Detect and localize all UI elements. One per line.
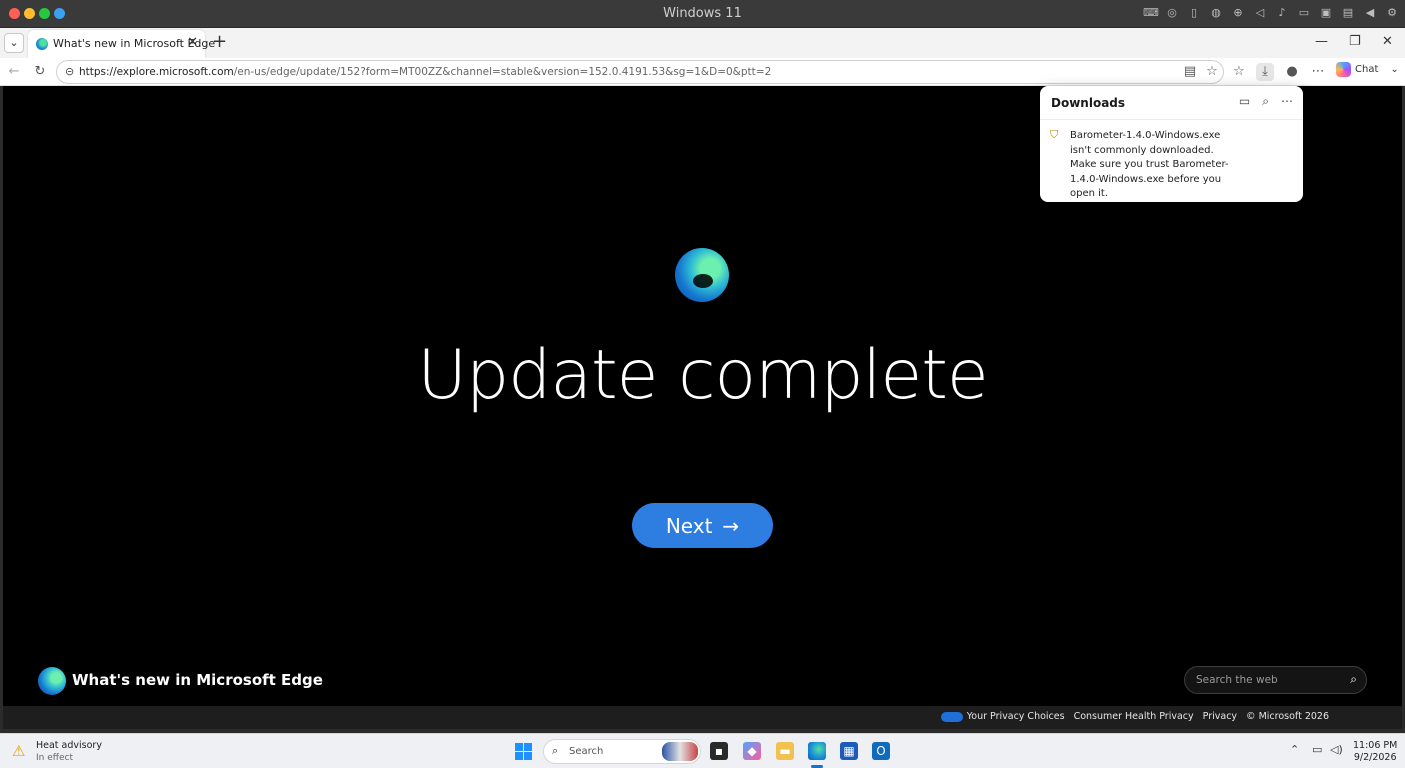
copilot-app-icon[interactable]: ◆ — [743, 742, 761, 760]
profile-avatar-icon[interactable]: ● — [1283, 63, 1301, 81]
restore-icon[interactable]: ❐ — [1349, 34, 1361, 49]
disk-icon[interactable]: ◎ — [1165, 6, 1179, 20]
edge-favicon-icon — [36, 38, 48, 50]
page-headline: Update complete — [417, 336, 989, 415]
globe-icon[interactable]: ⊕ — [1231, 6, 1245, 20]
lock-icon[interactable]: ⊝ — [65, 65, 74, 78]
taskbar: ⚠ Heat advisory In effect ⌕ Search ▪ ◆ ▬… — [0, 733, 1405, 768]
camera-icon[interactable]: ▣ — [1319, 6, 1333, 20]
tab-whats-new[interactable]: What's new in Microsoft Edge ✕ — [28, 30, 215, 58]
speaker-icon[interactable]: ◁ — [1253, 6, 1267, 20]
consumer-health-link[interactable]: Consumer Health Privacy — [1074, 711, 1194, 722]
more-menu-icon[interactable]: ⋯ — [1309, 63, 1327, 81]
search-web-input[interactable]: Search the web ⌕ — [1184, 666, 1367, 694]
favorites-icon[interactable]: ☆ — [1230, 63, 1248, 81]
weather-title[interactable]: Heat advisory — [36, 740, 102, 751]
tab-strip: ⌄ What's new in Microsoft Edge ✕ + — ❐ ✕ — [0, 28, 1405, 58]
back-arrow-icon[interactable]: ← — [5, 63, 23, 81]
edge-logo-icon — [675, 248, 729, 302]
download-warning-message[interactable]: Barometer-1.4.0-Windows.exe isn't common… — [1070, 129, 1240, 202]
search-web-placeholder: Search the web — [1196, 674, 1278, 686]
start-button-icon[interactable] — [515, 743, 532, 760]
downloads-panel: Downloads ▭ ⌕ ⋯ ⛉ Barometer-1.4.0-Window… — [1040, 86, 1303, 202]
minimize-icon[interactable]: — — [1315, 34, 1328, 49]
taskbar-search[interactable]: ⌕ Search — [543, 739, 701, 764]
weather-subtitle: In effect — [36, 753, 73, 763]
store-icon[interactable]: ▦ — [840, 742, 858, 760]
copilot-chat-button[interactable]: Chat ⌄ — [1336, 62, 1399, 77]
outlook-icon[interactable]: O — [872, 742, 890, 760]
browser-toolbar: ← ↻ ⊝ https://explore.microsoft.com/en-u… — [0, 58, 1405, 86]
usb-icon[interactable]: ▯ — [1187, 6, 1201, 20]
edge-footer-logo-icon — [38, 667, 66, 695]
search-highlight-icon — [662, 742, 698, 761]
tab-actions-chevron-icon[interactable]: ⌄ — [4, 33, 24, 53]
chevron-up-icon[interactable]: ⌃ — [1290, 743, 1299, 756]
privacy-link[interactable]: Privacy — [1203, 711, 1237, 722]
footer-title: What's new in Microsoft Edge — [72, 671, 323, 689]
screen: Windows 11 ⌨ ◎ ▯ ◍ ⊕ ◁ ♪ ▭ ▣ ▤ ◀ ⚙ ⌄ Wha… — [0, 0, 1405, 768]
more-options-icon[interactable]: ⋯ — [1281, 94, 1293, 109]
open-folder-icon[interactable]: ▭ — [1239, 94, 1250, 109]
chat-label: Chat — [1355, 64, 1379, 75]
address-bar[interactable]: ⊝ https://explore.microsoft.com/en-us/ed… — [56, 60, 1224, 84]
tab-close-icon[interactable]: ✕ — [187, 35, 198, 50]
printer-icon[interactable]: ▭ — [1297, 6, 1311, 20]
clock[interactable]: 11:06 PM 9/2/2026 — [1353, 740, 1397, 764]
host-toolbar: ⌨ ◎ ▯ ◍ ⊕ ◁ ♪ ▭ ▣ ▤ ◀ ⚙ — [1143, 6, 1399, 20]
host-title-bar: Windows 11 ⌨ ◎ ▯ ◍ ⊕ ◁ ♪ ▭ ▣ ▤ ◀ ⚙ — [0, 0, 1405, 28]
reader-view-icon[interactable]: ▤ — [1181, 63, 1199, 81]
taskbar-search-label: Search — [569, 746, 604, 757]
keyboard-icon[interactable]: ⌨ — [1143, 6, 1159, 20]
address-url[interactable]: https://explore.microsoft.com/en-us/edge… — [79, 66, 771, 78]
volume-icon[interactable]: ◁) — [1330, 743, 1343, 756]
privacy-choices-link[interactable]: Your Privacy Choices — [940, 711, 1065, 722]
search-icon: ⌕ — [552, 744, 559, 757]
clock-time: 11:06 PM — [1353, 740, 1398, 751]
new-tab-plus-icon[interactable]: + — [212, 31, 227, 52]
gear-icon[interactable]: ⚙ — [1385, 6, 1399, 20]
edge-taskbar-icon[interactable] — [808, 742, 826, 760]
refresh-icon[interactable]: ↻ — [31, 63, 49, 81]
next-label: Next — [665, 513, 713, 538]
downloads-icon[interactable]: ⤓ — [1256, 63, 1274, 81]
close-icon[interactable]: ✕ — [1382, 34, 1393, 49]
legal-footer: Your Privacy Choices Consumer Health Pri… — [3, 706, 1402, 729]
arrow-right-icon: → — [722, 513, 740, 538]
search-icon[interactable]: ⌕ — [1350, 672, 1357, 687]
weather-warning-icon[interactable]: ⚠ — [12, 742, 25, 760]
favorite-star-icon[interactable]: ☆ — [1203, 63, 1221, 81]
shield-warning-icon: ⛉ — [1050, 128, 1059, 141]
downloads-title: Downloads — [1051, 96, 1126, 110]
copilot-icon — [1336, 62, 1351, 77]
divider — [1040, 119, 1303, 120]
copyright: © Microsoft 2026 — [1246, 711, 1329, 722]
microphone-icon[interactable]: ♪ — [1275, 6, 1289, 20]
network-icon[interactable]: ▭ — [1312, 743, 1322, 756]
privacy-toggle-icon — [940, 711, 963, 722]
next-button[interactable]: Next → — [632, 503, 773, 548]
back-icon[interactable]: ◀ — [1363, 6, 1377, 20]
clock-date: 9/2/2026 — [1353, 752, 1397, 763]
search-downloads-icon[interactable]: ⌕ — [1262, 94, 1269, 109]
network-icon[interactable]: ◍ — [1209, 6, 1223, 20]
folder-share-icon[interactable]: ▤ — [1341, 6, 1355, 20]
task-view-icon[interactable]: ▪ — [710, 742, 728, 760]
chevron-down-icon[interactable]: ⌄ — [1390, 64, 1398, 75]
file-explorer-icon[interactable]: ▬ — [776, 742, 794, 760]
